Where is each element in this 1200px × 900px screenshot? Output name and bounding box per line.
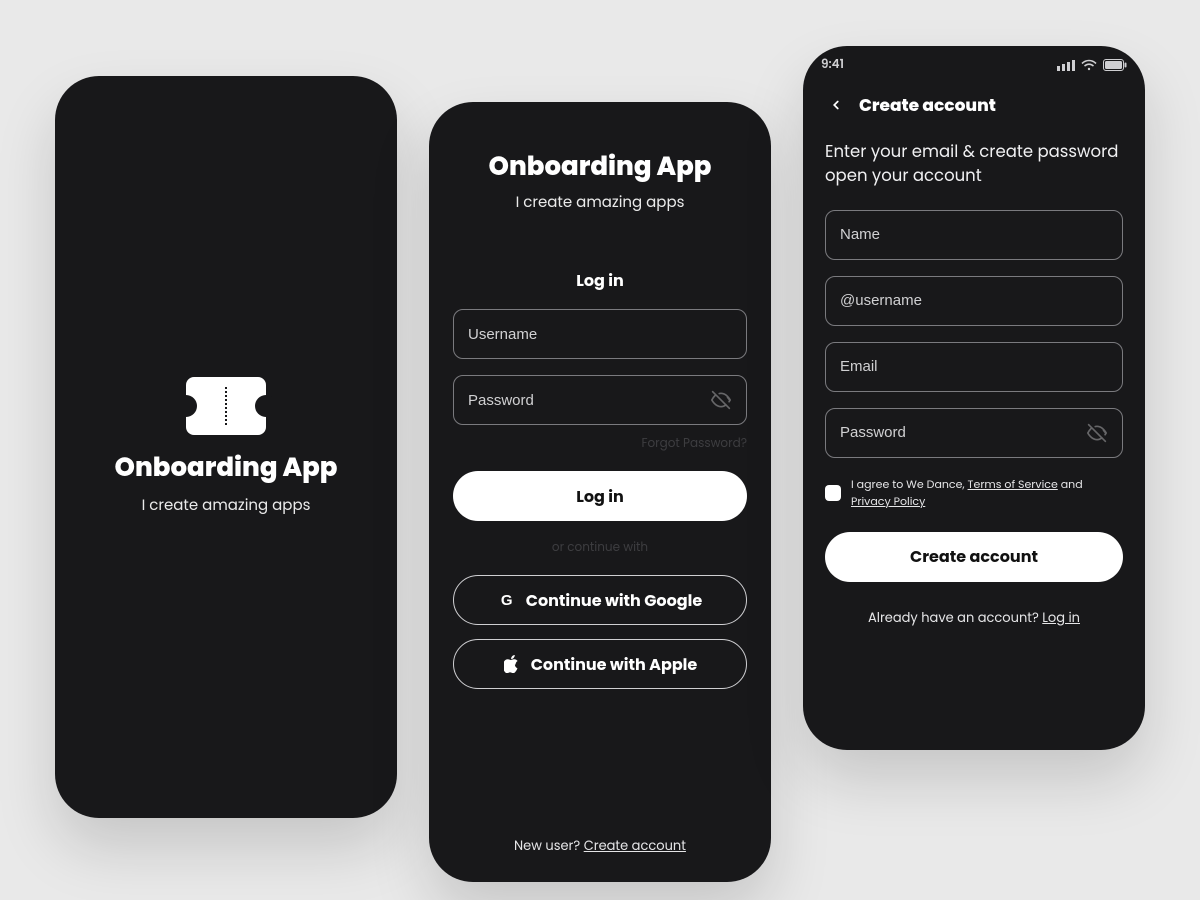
username-input[interactable] [840, 292, 1108, 309]
screen-title: Create account [859, 92, 996, 118]
have-account-prompt: Already have an account? [868, 608, 1042, 627]
app-tagline: I create amazing apps [142, 494, 311, 517]
battery-icon [1103, 59, 1127, 71]
lead-text: Enter your email & create password open … [825, 140, 1123, 188]
status-time: 9:41 [821, 56, 844, 74]
name-field[interactable] [825, 210, 1123, 260]
new-user-line: New user? Create account [453, 836, 747, 882]
app-title: Onboarding App [115, 449, 338, 488]
login-link[interactable]: Log in [1042, 608, 1080, 627]
ticket-icon [186, 377, 266, 435]
app-title: Onboarding App [453, 148, 747, 187]
password-field[interactable] [825, 408, 1123, 458]
username-input[interactable] [468, 326, 732, 343]
back-button[interactable] [825, 94, 847, 116]
wifi-icon [1081, 59, 1097, 71]
mockup-stage: Onboarding App I create amazing apps Onb… [0, 0, 1200, 900]
eye-off-icon[interactable] [1086, 422, 1108, 444]
password-input[interactable] [468, 392, 702, 409]
or-continue-label: or continue with [453, 539, 747, 557]
password-input[interactable] [840, 424, 1078, 441]
forgot-password-link[interactable]: Forgot Password? [453, 435, 747, 453]
email-input[interactable] [840, 358, 1108, 375]
phone-splash: Onboarding App I create amazing apps [55, 76, 397, 818]
create-account-button[interactable]: Create account [825, 532, 1123, 582]
username-field[interactable] [825, 276, 1123, 326]
password-field[interactable] [453, 375, 747, 425]
phone-login: Onboarding App I create amazing apps Log… [429, 102, 771, 882]
login-button-label: Log in [576, 484, 624, 509]
title-bar: Create account [825, 92, 1123, 118]
splash-content: Onboarding App I create amazing apps [55, 76, 397, 818]
privacy-link[interactable]: Privacy Policy [851, 493, 925, 509]
continue-google-button[interactable]: G Continue with Google [453, 575, 747, 625]
continue-google-label: Continue with Google [526, 588, 702, 613]
tos-link[interactable]: Terms of Service [968, 476, 1058, 492]
agree-middle: and [1058, 476, 1083, 492]
phone-signup: 9:41 [803, 46, 1145, 750]
create-account-button-label: Create account [910, 544, 1038, 569]
continue-apple-label: Continue with Apple [531, 652, 698, 677]
eye-off-icon[interactable] [710, 389, 732, 411]
have-account-line: Already have an account? Log in [825, 608, 1123, 628]
username-field[interactable] [453, 309, 747, 359]
status-bar: 9:41 [803, 46, 1145, 74]
google-icon: G [498, 591, 516, 609]
agree-checkbox[interactable] [825, 485, 841, 501]
app-tagline: I create amazing apps [453, 191, 747, 214]
email-field[interactable] [825, 342, 1123, 392]
name-input[interactable] [840, 226, 1108, 243]
apple-icon [503, 655, 521, 673]
continue-apple-button[interactable]: Continue with Apple [453, 639, 747, 689]
login-button[interactable]: Log in [453, 471, 747, 521]
chevron-left-icon [829, 98, 843, 112]
signal-icon [1057, 60, 1075, 71]
agree-prefix: I agree to We Dance, [851, 476, 968, 492]
create-account-link[interactable]: Create account [584, 836, 686, 855]
login-section-label: Log in [453, 268, 747, 293]
new-user-prompt: New user? [514, 836, 584, 855]
agree-text: I agree to We Dance, Terms of Service an… [851, 476, 1123, 510]
agree-row: I agree to We Dance, Terms of Service an… [825, 476, 1123, 510]
